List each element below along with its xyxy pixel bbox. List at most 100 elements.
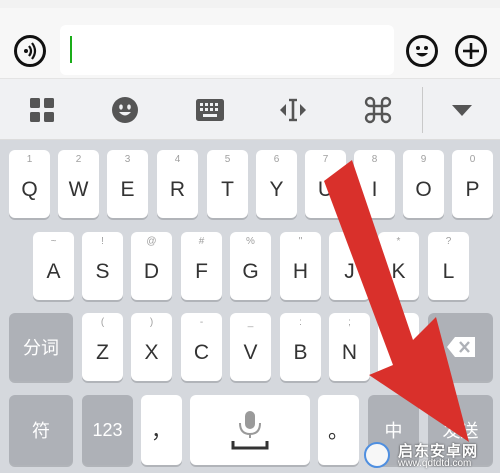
- key-a-label: A: [46, 260, 61, 283]
- key-r[interactable]: 4R: [157, 150, 198, 218]
- keyboard-icon[interactable]: [193, 93, 227, 127]
- key-v[interactable]: _ V: [230, 313, 271, 381]
- key-y-label: Y: [269, 178, 284, 201]
- key-a-sub: ~: [50, 236, 57, 247]
- numbers-button[interactable]: 123: [82, 395, 133, 465]
- symbols-button[interactable]: 符: [9, 395, 73, 465]
- key-x-sub: ): [149, 317, 154, 328]
- key-s-label: S: [95, 260, 110, 283]
- watermark-url: www.qdtdtd.com: [398, 458, 472, 469]
- key-d[interactable]: @ D: [131, 232, 172, 300]
- key-b-label: B: [293, 341, 308, 364]
- fenci-button[interactable]: 分词: [9, 313, 73, 381]
- key-z-sub: (: [100, 317, 105, 328]
- microphone-icon: [231, 411, 269, 450]
- key-f[interactable]: # F: [181, 232, 222, 300]
- key-y-sub: 6: [273, 154, 280, 165]
- key-u-label: U: [317, 178, 334, 201]
- key-o[interactable]: 9O: [403, 150, 444, 218]
- grid-icon[interactable]: [25, 93, 59, 127]
- watermark-logo-icon: [364, 442, 390, 468]
- key-n-label: N: [341, 341, 358, 364]
- key-t-sub: 5: [224, 154, 231, 165]
- smiley-icon[interactable]: [406, 35, 438, 67]
- key-b-sub: :: [299, 317, 302, 328]
- key-v-sub: _: [247, 317, 254, 328]
- input-bar: [0, 8, 500, 78]
- key-q-sub: 1: [26, 154, 33, 165]
- key-r-sub: 4: [174, 154, 181, 165]
- key-z[interactable]: (Z: [82, 313, 123, 381]
- numbers-label: 123: [92, 419, 123, 440]
- key-w[interactable]: 2W: [58, 150, 99, 218]
- plus-icon[interactable]: [455, 35, 487, 67]
- key-u[interactable]: 7U: [305, 150, 346, 218]
- space-voice-key[interactable]: [190, 395, 310, 465]
- symbols-label: 符: [32, 421, 50, 441]
- cursor-move-icon[interactable]: [276, 93, 310, 127]
- key-p-sub: 0: [469, 154, 476, 165]
- key-c[interactable]: -C: [181, 313, 222, 381]
- chevron-down-icon[interactable]: [445, 93, 479, 127]
- key-e-label: E: [120, 178, 135, 201]
- key-k-label: K: [391, 260, 406, 283]
- backspace-icon: [446, 337, 475, 357]
- key-s[interactable]: ! S: [82, 232, 123, 300]
- emoji-icon[interactable]: [108, 93, 142, 127]
- key-n[interactable]: ; N: [329, 313, 370, 381]
- key-m-sub: /: [397, 317, 400, 328]
- key-l-label: L: [442, 260, 455, 283]
- key-i-label: I: [371, 178, 378, 201]
- key-x[interactable]: ) X: [131, 313, 172, 381]
- toolbar-divider: [422, 87, 423, 133]
- key-p-label: P: [465, 178, 480, 201]
- key-p[interactable]: 0P: [452, 150, 493, 218]
- key-j-sub: ": [347, 236, 352, 247]
- key-f-label: F: [195, 260, 208, 283]
- keyboard-toolbar: [0, 78, 500, 140]
- key-n-sub: ;: [348, 317, 351, 328]
- key-g-label: G: [242, 260, 259, 283]
- key-b[interactable]: :B: [280, 313, 321, 381]
- voice-wave-icon[interactable]: [14, 35, 46, 67]
- command-icon[interactable]: [361, 93, 395, 127]
- key-j[interactable]: " J: [329, 232, 370, 300]
- key-u-sub: 7: [322, 154, 329, 165]
- period-label: 。: [328, 420, 349, 443]
- fenci-label: 分词: [23, 338, 59, 358]
- text-cursor: [70, 36, 72, 63]
- key-t-label: T: [221, 178, 234, 201]
- backspace-button[interactable]: [428, 313, 493, 381]
- key-s-sub: !: [101, 236, 104, 247]
- key-g-sub: %: [246, 236, 255, 247]
- top-edge: [0, 0, 500, 8]
- comma-key[interactable]: ，: [141, 395, 182, 465]
- key-h[interactable]: " H: [280, 232, 321, 300]
- watermark: 启东安卓网 www.qdtdtd.com: [352, 436, 500, 473]
- key-g[interactable]: % G: [230, 232, 271, 300]
- key-i-sub: 8: [371, 154, 378, 165]
- key-e[interactable]: 3E: [107, 150, 148, 218]
- key-o-sub: 9: [420, 154, 427, 165]
- key-q[interactable]: 1Q: [9, 150, 50, 218]
- key-z-label: Z: [96, 341, 109, 364]
- key-t[interactable]: 5T: [207, 150, 248, 218]
- key-h-label: H: [292, 260, 309, 283]
- message-input[interactable]: [60, 25, 394, 75]
- key-q-label: Q: [21, 178, 38, 201]
- comma-label: ，: [151, 420, 172, 443]
- key-m[interactable]: / M: [378, 313, 419, 381]
- key-d-sub: @: [146, 236, 157, 247]
- key-l-sub: ?: [445, 236, 452, 247]
- key-k-sub: *: [396, 236, 401, 247]
- key-i[interactable]: 8I: [354, 150, 395, 218]
- key-l[interactable]: ? L: [428, 232, 469, 300]
- key-r-label: R: [169, 178, 186, 201]
- key-a[interactable]: ~ A: [33, 232, 74, 300]
- key-k[interactable]: * K: [378, 232, 419, 300]
- key-j-label: J: [344, 260, 355, 283]
- key-w-sub: 2: [75, 154, 82, 165]
- key-v-label: V: [243, 341, 258, 364]
- key-w-label: W: [68, 178, 89, 201]
- key-y[interactable]: 6Y: [256, 150, 297, 218]
